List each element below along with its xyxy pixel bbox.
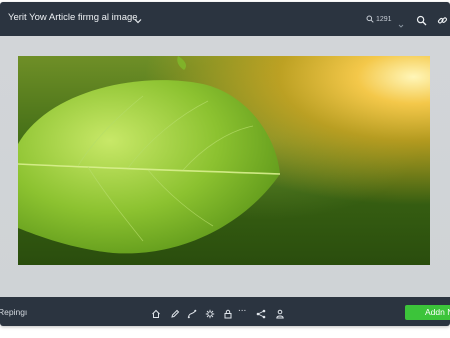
more-options[interactable]: ... — [238, 303, 246, 314]
zoom-caret-icon — [398, 16, 404, 28]
zoom-control[interactable]: 1291 — [366, 14, 404, 28]
lock-icon[interactable] — [223, 306, 233, 319]
chevron-down-icon[interactable] — [133, 13, 143, 24]
leaf-photo[interactable] — [18, 56, 430, 265]
search-icon[interactable] — [416, 13, 427, 26]
status-text: Repingı — [0, 307, 28, 317]
zoom-label: 1291 — [376, 15, 392, 23]
curve-icon[interactable] — [187, 306, 197, 319]
home-icon[interactable] — [151, 306, 161, 318]
leaf-shape — [18, 56, 281, 254]
share-icon[interactable] — [256, 306, 266, 319]
gear-icon[interactable] — [205, 306, 215, 319]
image-canvas — [0, 36, 450, 297]
user-icon[interactable] — [275, 306, 285, 319]
link-icon[interactable] — [437, 13, 448, 24]
app-window: Yerit Yow Article firmg al image 1291 Re… — [0, 2, 450, 326]
top-bar: Yerit Yow Article firmg al image 1291 — [0, 2, 450, 36]
bottom-bar: Repingı ... Addn N — [0, 297, 450, 326]
pen-icon[interactable] — [170, 306, 180, 318]
zoom-icon — [366, 10, 374, 28]
window-title: Yerit Yow Article firmg al image — [8, 12, 138, 23]
add-button[interactable]: Addn N — [405, 305, 450, 320]
